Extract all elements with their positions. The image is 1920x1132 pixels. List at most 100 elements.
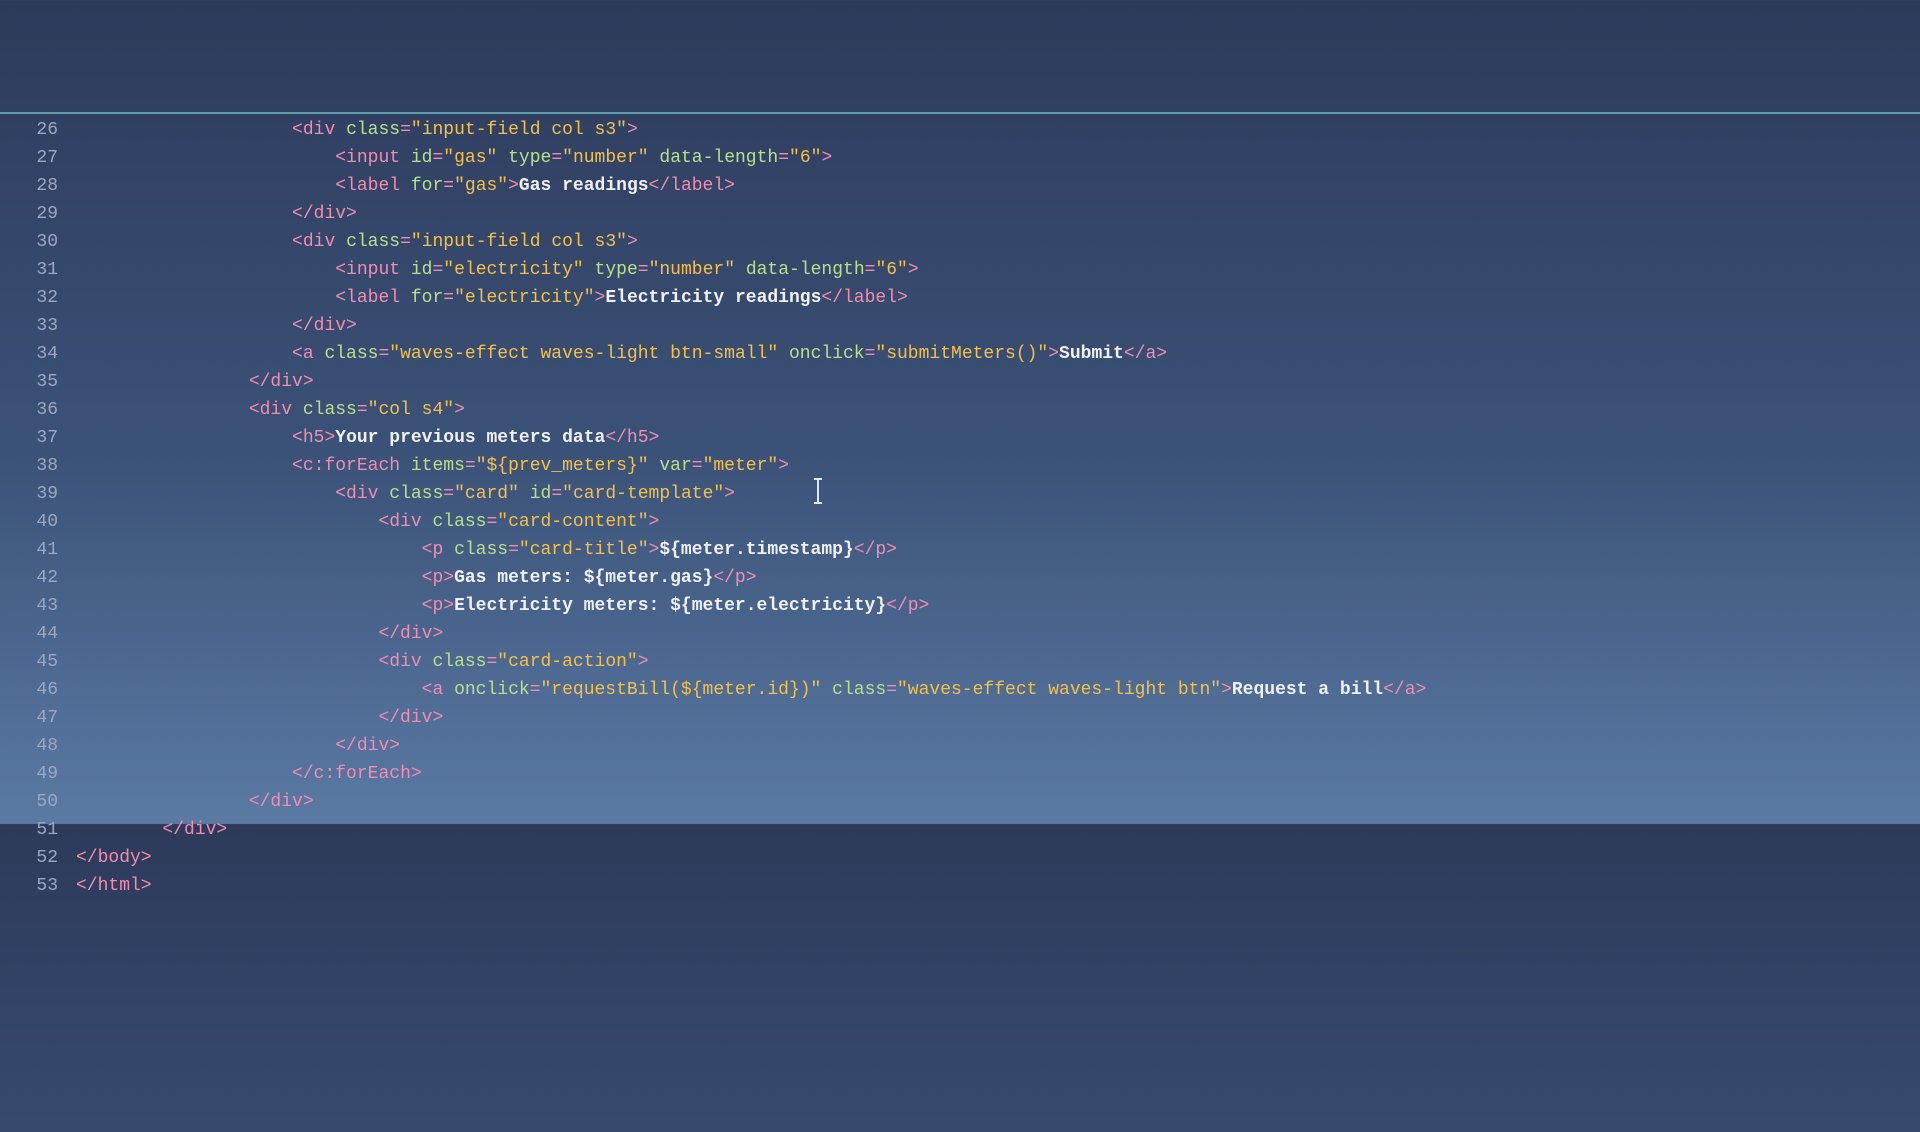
- code-line[interactable]: <input id="gas" type="number" data-lengt…: [76, 144, 1920, 172]
- code-line[interactable]: </div>: [76, 732, 1920, 760]
- token-tag: <h5>: [292, 428, 335, 448]
- token-attr: class: [303, 400, 357, 420]
- token-tag: >: [638, 652, 649, 672]
- token-eq: =: [530, 680, 541, 700]
- token-tag: <div: [378, 512, 432, 532]
- code-editor[interactable]: 2627282930313233343536373839404142434445…: [0, 112, 1920, 936]
- token-eq: =: [865, 260, 876, 280]
- code-line[interactable]: </div>: [76, 200, 1920, 228]
- token-txt: Your previous meters data: [335, 428, 605, 448]
- code-line[interactable]: <a class="waves-effect waves-light btn-s…: [76, 340, 1920, 368]
- token-jsp: >: [778, 456, 789, 476]
- token-attr: class: [324, 344, 378, 364]
- token-tag: </h5>: [605, 428, 659, 448]
- line-number: 45: [0, 648, 58, 676]
- line-number: 31: [0, 256, 58, 284]
- token-val: "${prev_meters}": [476, 456, 649, 476]
- code-line[interactable]: </html>: [76, 872, 1920, 900]
- line-number: 44: [0, 620, 58, 648]
- line-number: 26: [0, 116, 58, 144]
- token-val: "number": [649, 260, 735, 280]
- token-tag: <div: [335, 484, 389, 504]
- token-val: "6": [789, 148, 821, 168]
- code-line[interactable]: </div>: [76, 368, 1920, 396]
- line-number: 27: [0, 144, 58, 172]
- code-line[interactable]: </div>: [76, 816, 1920, 844]
- token-attr: data-length: [746, 260, 865, 280]
- token-txt: Gas meters:: [454, 568, 584, 588]
- token-tag: >: [1221, 680, 1232, 700]
- token-val: "gas": [454, 176, 508, 196]
- token-tag: </p>: [886, 596, 929, 616]
- token-val: "card-action": [497, 652, 637, 672]
- token-tag: >: [508, 176, 519, 196]
- code-line[interactable]: <div class="card-action">: [76, 648, 1920, 676]
- token-tag: <p>: [422, 596, 454, 616]
- code-line[interactable]: <div class="col s4">: [76, 396, 1920, 424]
- token-attr: id: [530, 484, 552, 504]
- code-line[interactable]: <a onclick="requestBill(${meter.id})" cl…: [76, 676, 1920, 704]
- token-attr: var: [659, 456, 691, 476]
- token-eq: =: [508, 540, 519, 560]
- token-expr: ${meter.timestamp}: [659, 540, 853, 560]
- token-eq: =: [400, 232, 411, 252]
- code-line[interactable]: </div>: [76, 788, 1920, 816]
- token-tag: </div>: [292, 316, 357, 336]
- code-line[interactable]: </body>: [76, 844, 1920, 872]
- token-attr: class: [389, 484, 443, 504]
- token-val: "col s4": [368, 400, 454, 420]
- token-tag: </a>: [1383, 680, 1426, 700]
- token-tag: <a: [422, 680, 454, 700]
- token-eq: =: [865, 344, 876, 364]
- code-area[interactable]: <div class="input-field col s3"> <input …: [70, 114, 1920, 936]
- token-attr: items: [411, 456, 465, 476]
- token-tag: >: [908, 260, 919, 280]
- code-line[interactable]: <label for="gas">Gas readings</label>: [76, 172, 1920, 200]
- line-number: 30: [0, 228, 58, 256]
- code-line[interactable]: </div>: [76, 620, 1920, 648]
- line-number: 52: [0, 844, 58, 872]
- token-val: "6": [875, 260, 907, 280]
- code-line[interactable]: <p>Electricity meters: ${meter.electrici…: [76, 592, 1920, 620]
- token-tag: </label>: [649, 176, 735, 196]
- token-eq: =: [778, 148, 789, 168]
- token-attr: for: [411, 288, 443, 308]
- code-line[interactable]: </c:forEach>: [76, 760, 1920, 788]
- line-number: 48: [0, 732, 58, 760]
- line-number: 40: [0, 508, 58, 536]
- code-line[interactable]: <input id="electricity" type="number" da…: [76, 256, 1920, 284]
- code-line[interactable]: </div>: [76, 704, 1920, 732]
- token-eq: =: [443, 484, 454, 504]
- code-line[interactable]: <p class="card-title">${meter.timestamp}…: [76, 536, 1920, 564]
- token-val: "gas": [443, 148, 497, 168]
- code-line[interactable]: <label for="electricity">Electricity rea…: [76, 284, 1920, 312]
- line-number: 53: [0, 872, 58, 900]
- code-line[interactable]: </div>: [76, 312, 1920, 340]
- token-tag: </div>: [378, 708, 443, 728]
- line-number: 49: [0, 760, 58, 788]
- code-line[interactable]: <c:forEach items="${prev_meters}" var="m…: [76, 452, 1920, 480]
- token-jsp: <c:forEach: [292, 456, 411, 476]
- token-txt: [519, 484, 530, 504]
- token-val: "card-title": [519, 540, 649, 560]
- token-txt: [778, 344, 789, 364]
- code-line[interactable]: <div class="card-content">: [76, 508, 1920, 536]
- token-attr: class: [432, 512, 486, 532]
- line-number: 37: [0, 424, 58, 452]
- token-tag: >: [1048, 344, 1059, 364]
- token-tag: </body>: [76, 848, 152, 868]
- code-line[interactable]: <p>Gas meters: ${meter.gas}</p>: [76, 564, 1920, 592]
- token-txt: [584, 260, 595, 280]
- code-line[interactable]: <h5>Your previous meters data</h5>: [76, 424, 1920, 452]
- line-number: 34: [0, 340, 58, 368]
- token-tag: <div: [249, 400, 303, 420]
- token-tag: >: [627, 120, 638, 140]
- token-tag: >: [724, 484, 735, 504]
- code-line[interactable]: <div class="input-field col s3">: [76, 228, 1920, 256]
- token-eq: =: [486, 512, 497, 532]
- code-line[interactable]: <div class="card" id="card-template">: [76, 480, 1920, 508]
- code-line[interactable]: <div class="input-field col s3">: [76, 116, 1920, 144]
- token-attr: class: [454, 540, 508, 560]
- line-number: 29: [0, 200, 58, 228]
- token-val: "number": [562, 148, 648, 168]
